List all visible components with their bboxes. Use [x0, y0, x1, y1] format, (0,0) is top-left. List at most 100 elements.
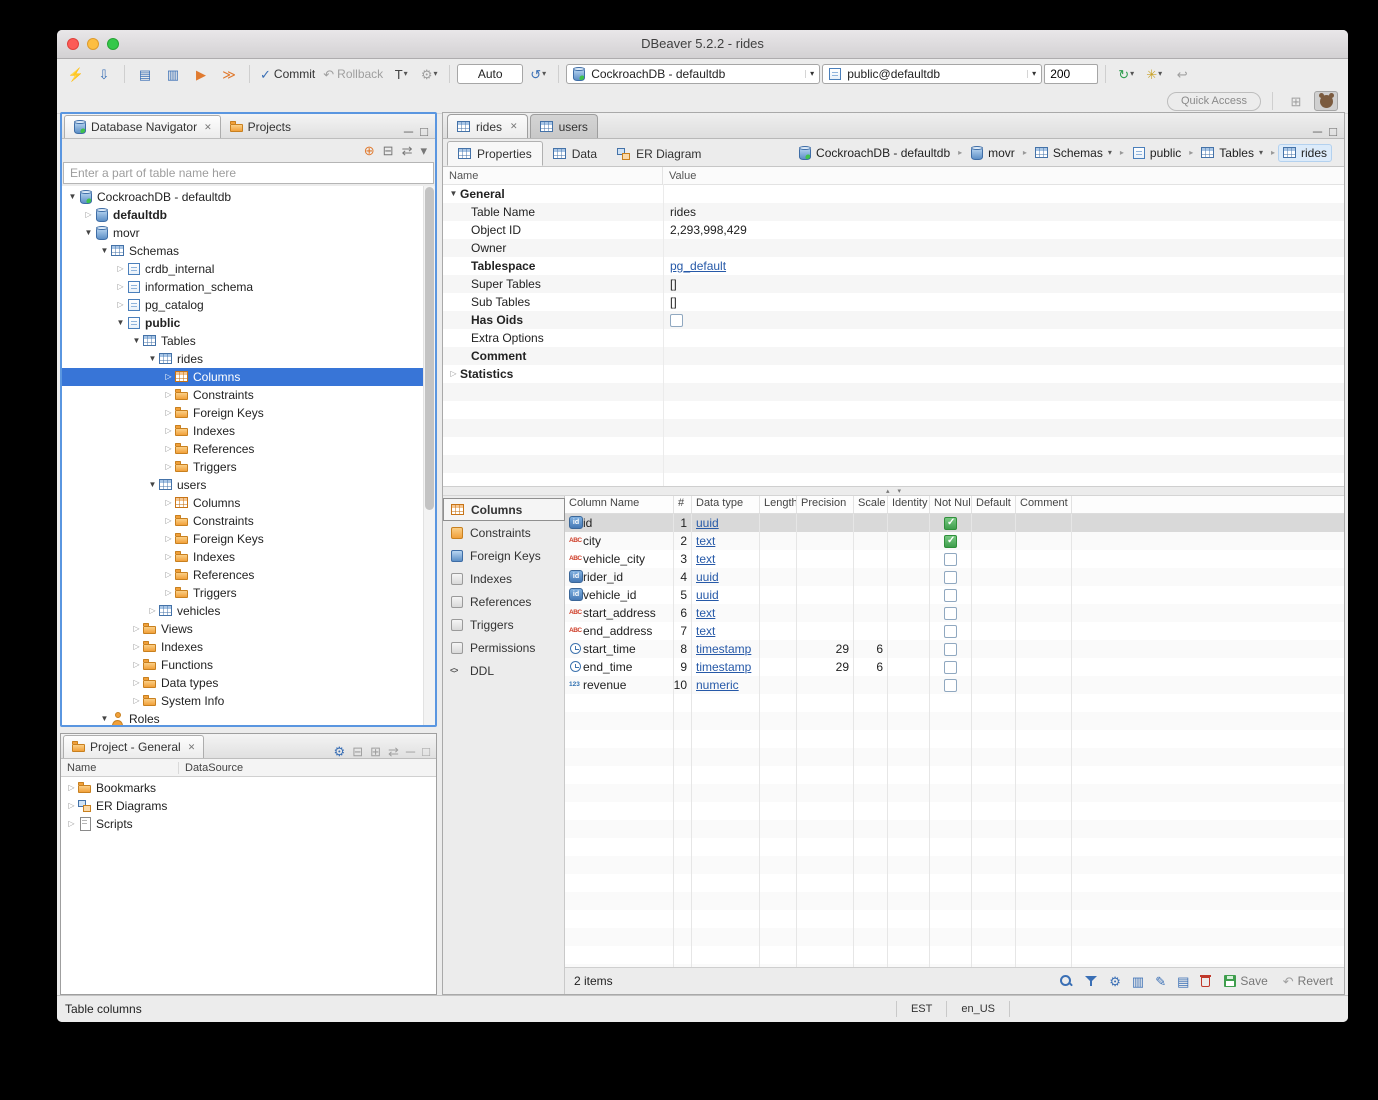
collapse-all-icon[interactable]: ⊟	[352, 745, 363, 758]
detail-tab-constraints[interactable]: Constraints	[443, 521, 564, 544]
back-button[interactable]: ↩	[1169, 63, 1195, 85]
column-type-link[interactable]: text	[696, 624, 715, 638]
column-header-data-type[interactable]: Data type	[692, 496, 760, 513]
subtab-properties[interactable]: Properties	[447, 141, 543, 166]
titlebar[interactable]: DBeaver 5.2.2 - rides	[57, 30, 1348, 59]
notnull-checkbox[interactable]	[944, 625, 957, 638]
property-value-link[interactable]: pg_default	[670, 259, 726, 273]
column-type-link[interactable]: text	[696, 552, 715, 566]
breadcrumb-movr[interactable]: movr	[965, 144, 1020, 162]
sash-up-icon[interactable]: ▴	[886, 488, 890, 495]
dbeaver-perspective-button[interactable]	[1314, 91, 1338, 111]
column-type-link[interactable]: text	[696, 534, 715, 548]
tree-expander-icon[interactable]: ▷	[162, 535, 175, 543]
property-row-sub-tables[interactable]: Sub Tables[]	[443, 293, 1344, 311]
tree-item-foreign-keys[interactable]: ▷Foreign Keys	[62, 530, 435, 548]
tree-item-defaultdb[interactable]: ▷defaultdb	[62, 206, 435, 224]
delete-icon[interactable]	[1200, 974, 1211, 988]
tree-expander-icon[interactable]: ▷	[162, 463, 175, 471]
notnull-checkbox[interactable]	[944, 643, 957, 656]
tree-expander-icon[interactable]: ▷	[162, 427, 175, 435]
tab-project-general[interactable]: Project - General ✕	[63, 735, 204, 758]
breadcrumb-rides[interactable]: rides	[1278, 144, 1332, 162]
column-header-scale[interactable]: Scale	[854, 496, 888, 513]
detail-tab-foreign-keys[interactable]: Foreign Keys	[443, 544, 564, 567]
subtab-data[interactable]: Data	[543, 141, 607, 166]
notnull-checkbox[interactable]	[944, 571, 957, 584]
tree-expander-icon[interactable]: ▼	[130, 337, 143, 345]
notnull-checkbox[interactable]	[944, 553, 957, 566]
tree-expander-icon[interactable]: ▷	[162, 409, 175, 417]
tree-expander-icon[interactable]: ▷	[114, 283, 127, 291]
tree-item-pg-catalog[interactable]: ▷pg_catalog	[62, 296, 435, 314]
connection-select[interactable]: CockroachDB - defaultdb ▾	[566, 64, 820, 84]
property-row-general[interactable]: ▼General	[443, 185, 1344, 203]
settings-icon[interactable]: ⚙	[1109, 975, 1121, 988]
tree-item-indexes[interactable]: ▷Indexes	[62, 638, 435, 656]
tree-item-users[interactable]: ▼users	[62, 476, 435, 494]
maximize-editor-icon[interactable]: □	[1329, 125, 1337, 138]
properties-name-header[interactable]: Name	[443, 167, 663, 184]
tree-item-movr[interactable]: ▼movr	[62, 224, 435, 242]
column-type-link[interactable]: uuid	[696, 516, 719, 530]
maximize-view-icon[interactable]: □	[422, 745, 430, 758]
tree-expander-icon[interactable]: ▷	[162, 445, 175, 453]
minimize-window-button[interactable]	[87, 38, 99, 50]
tree-item-information-schema[interactable]: ▷information_schema	[62, 278, 435, 296]
table-filter-input[interactable]	[63, 162, 434, 184]
property-row-owner[interactable]: Owner	[443, 239, 1344, 257]
tree-item-public[interactable]: ▼public	[62, 314, 435, 332]
tree-expander-icon[interactable]: ▷	[130, 661, 143, 669]
tree-item-indexes[interactable]: ▷Indexes	[62, 548, 435, 566]
detail-tab-indexes[interactable]: Indexes	[443, 567, 564, 590]
column-header-precision[interactable]: Precision	[797, 496, 854, 513]
project-settings-icon[interactable]: ⚙	[334, 745, 346, 758]
navigator-scrollbar[interactable]	[423, 186, 435, 725]
tree-item-views[interactable]: ▷Views	[62, 620, 435, 638]
schema-select[interactable]: public@defaultdb ▾	[822, 64, 1042, 84]
tree-expander-icon[interactable]: ▷	[146, 607, 159, 615]
new-sql-editor-button[interactable]: ▤	[132, 63, 158, 85]
detail-tab-ddl[interactable]: DDL	[443, 659, 564, 682]
tree-item-indexes[interactable]: ▷Indexes	[62, 422, 435, 440]
tree-expander-icon[interactable]: ▼	[66, 193, 79, 201]
notnull-checkbox[interactable]	[944, 535, 957, 548]
column-row-id[interactable]: id1uuid	[565, 514, 1344, 532]
tree-expander-icon[interactable]: ▷	[162, 499, 175, 507]
notnull-checkbox[interactable]	[944, 589, 957, 602]
commit-button[interactable]: ✓Commit	[257, 63, 318, 85]
tree-expander-icon[interactable]: ▷	[162, 571, 175, 579]
notnull-checkbox[interactable]	[944, 679, 957, 692]
breadcrumb-tables[interactable]: Tables▾	[1196, 144, 1268, 162]
project-item-scripts[interactable]: ▷Scripts	[61, 815, 436, 833]
edit-icon[interactable]: ✎	[1155, 975, 1166, 988]
detail-tab-references[interactable]: References	[443, 590, 564, 613]
tree-item-constraints[interactable]: ▷Constraints	[62, 386, 435, 404]
tree-expander-icon[interactable]: ▷	[162, 589, 175, 597]
detail-tab-triggers[interactable]: Triggers	[443, 613, 564, 636]
generate-sql-button[interactable]: ✳▾	[1141, 63, 1167, 85]
has-oids-checkbox[interactable]	[670, 314, 683, 327]
properties-value-header[interactable]: Value	[663, 170, 1344, 182]
search-icon[interactable]	[1059, 974, 1073, 988]
close-window-button[interactable]	[67, 38, 79, 50]
revert-button[interactable]: ↶ Revert	[1281, 974, 1335, 988]
tree-item-triggers[interactable]: ▷Triggers	[62, 458, 435, 476]
refresh-button[interactable]: ↻▾	[1113, 63, 1139, 85]
tree-item-schemas[interactable]: ▼Schemas	[62, 242, 435, 260]
breadcrumb-cockroachdb-defaultdb[interactable]: CockroachDB - defaultdb	[793, 144, 955, 162]
detail-tab-permissions[interactable]: Permissions	[443, 636, 564, 659]
column-row-vehicle-id[interactable]: vehicle_id5uuid	[565, 586, 1344, 604]
commit-mode-button[interactable]: ⇩	[91, 63, 117, 85]
transaction-log-button[interactable]: ↺▾	[525, 63, 551, 85]
zoom-window-button[interactable]	[107, 38, 119, 50]
export-icon[interactable]: ▤	[1177, 975, 1189, 988]
notnull-checkbox[interactable]	[944, 661, 957, 674]
notnull-checkbox[interactable]	[944, 607, 957, 620]
tree-expander-icon[interactable]: ▼	[146, 355, 159, 363]
tree-item-data-types[interactable]: ▷Data types	[62, 674, 435, 692]
tree-expander-icon[interactable]: ▷	[65, 784, 78, 792]
tab-projects[interactable]: Projects	[221, 115, 300, 138]
tree-item-cockroachdb-defaultdb[interactable]: ▼CockroachDB - defaultdb	[62, 188, 435, 206]
tree-expander-icon[interactable]: ▷	[162, 373, 175, 381]
